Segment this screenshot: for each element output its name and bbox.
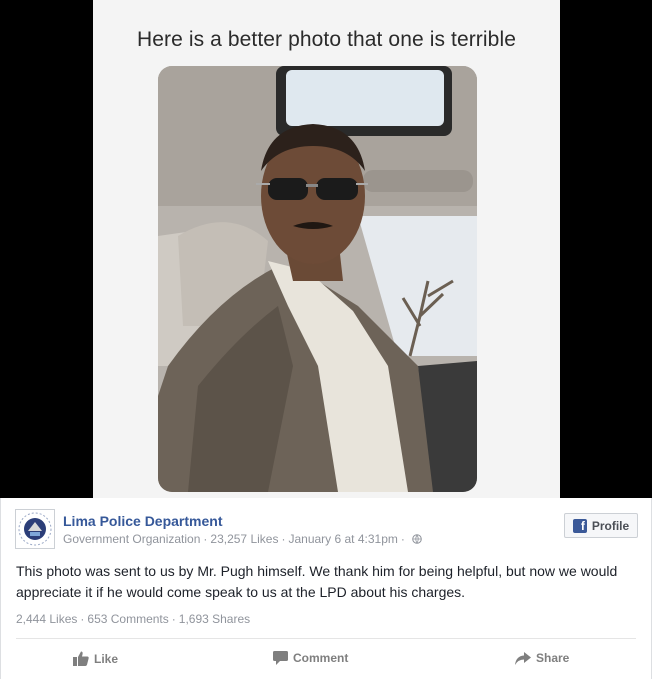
- shares-count[interactable]: 1,693 Shares: [179, 612, 250, 626]
- comment-button[interactable]: Comment: [273, 651, 348, 665]
- facebook-icon: f: [572, 518, 587, 533]
- post-meta: Government Organization · 23,257 Likes · Jan…: [63, 532, 422, 546]
- profile-button[interactable]: f Profile: [564, 513, 638, 538]
- like-label: Like: [94, 651, 119, 666]
- post-body: This photo was sent to us by Mr. Pugh hi…: [16, 563, 618, 600]
- facebook-post: Lima Police Department Government Organi…: [0, 498, 652, 679]
- page-avatar[interactable]: [15, 509, 55, 549]
- post-media[interactable]: Here is a better photo that one is terri…: [0, 0, 652, 498]
- comment-icon: [273, 651, 288, 665]
- police-badge-icon: [18, 512, 52, 546]
- like-icon: [73, 651, 89, 666]
- actions-divider: [16, 638, 636, 639]
- comments-count[interactable]: 653 Comments: [87, 612, 168, 626]
- page-name-link[interactable]: Lima Police Department: [63, 513, 223, 529]
- post-stats: 2,444 Likes · 653 Comments · 1,693 Shares: [16, 612, 251, 626]
- like-button[interactable]: Like: [73, 651, 118, 666]
- share-button[interactable]: Share: [515, 651, 569, 665]
- likes-count[interactable]: 2,444 Likes: [16, 612, 77, 626]
- post-date[interactable]: January 6 at 4:31pm: [288, 532, 397, 546]
- message-text: Here is a better photo that one is terri…: [136, 28, 516, 51]
- selfie-photo: [158, 66, 477, 492]
- profile-button-label: Profile: [591, 518, 630, 533]
- page-likes[interactable]: 23,257 Likes: [210, 532, 278, 546]
- page-category: Government Organization: [63, 532, 201, 546]
- comment-label: Comment: [293, 651, 349, 665]
- share-icon: [515, 651, 531, 665]
- share-label: Share: [536, 651, 570, 665]
- globe-icon: [412, 534, 422, 544]
